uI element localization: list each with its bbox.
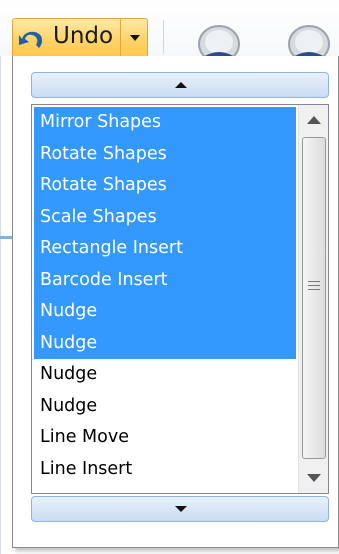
history-item[interactable]: Barcode Insert (34, 264, 296, 296)
history-item[interactable]: Scale Shapes (34, 201, 296, 233)
history-item[interactable]: Mirror Shapes (34, 107, 296, 139)
grip-icon (308, 281, 320, 290)
undo-button[interactable]: Undo (12, 18, 120, 58)
scrollbar-thumb[interactable] (302, 137, 326, 459)
undo-history-list: Mirror Shapes Rotate Shapes Rotate Shapes S… (31, 104, 329, 494)
scrollbar-up-arrow-icon[interactable] (299, 105, 328, 135)
history-item[interactable]: Rectangle Insert (34, 233, 296, 265)
undo-history-dropdown: Mirror Shapes Rotate Shapes Rotate Shapes S… (12, 56, 339, 548)
scrollbar-down-arrow-icon[interactable] (299, 463, 328, 493)
scroll-down-button[interactable] (31, 496, 329, 522)
history-item[interactable]: Nudge (34, 359, 296, 391)
undo-label: Undo (53, 23, 114, 49)
toolbar: Undo (0, 0, 339, 58)
undo-arrow-icon (19, 31, 43, 48)
background-edge (0, 56, 1, 554)
background-line (0, 236, 12, 239)
history-item[interactable]: Rotate Shapes (34, 138, 296, 170)
history-items: Mirror Shapes Rotate Shapes Rotate Shapes S… (34, 107, 296, 485)
history-item[interactable]: Nudge (34, 327, 296, 359)
zoom-icon[interactable] (195, 20, 247, 58)
history-item[interactable]: Nudge (34, 391, 296, 423)
history-item[interactable]: Line Insert (34, 454, 296, 486)
toolbar-separator (163, 20, 164, 54)
history-item[interactable]: Rotate Shapes (34, 170, 296, 202)
vertical-scrollbar[interactable] (298, 105, 328, 493)
scroll-up-button[interactable] (31, 72, 329, 98)
undo-dropdown-button[interactable] (120, 18, 148, 58)
history-item[interactable]: Nudge (34, 296, 296, 328)
history-item[interactable]: Line Move (34, 422, 296, 454)
zoom-icon[interactable] (285, 20, 337, 58)
